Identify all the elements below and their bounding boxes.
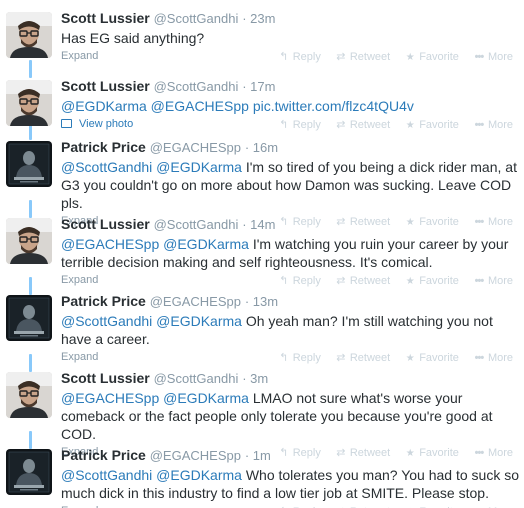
tweet-text: @ScottGandhi @EGDKarma Who tolerates you… — [61, 466, 519, 502]
retweet-button[interactable]: ⇄Retweet — [335, 50, 390, 63]
tweet-text: @ScottGandhi @EGDKarma Oh yeah man? I'm … — [61, 312, 519, 348]
tweet-mentions[interactable]: @ScottGandhi @EGDKarma — [61, 467, 242, 483]
tweet-item[interactable]: Scott Lussier @ScottGandhi · 3m @EGACHESp… — [0, 360, 524, 459]
tweet-text: @ScottGandhi @EGDKarma I'm so tired of y… — [61, 158, 519, 212]
reply-icon: ↰ — [279, 51, 289, 63]
tweet-mentions[interactable]: @EGDKarma @EGACHESpp — [61, 98, 249, 114]
tweet-timestamp[interactable]: · 16m — [245, 140, 278, 155]
tweet-header: Scott Lussier @ScottGandhi · 17m — [61, 77, 519, 96]
tweet-content: Scott Lussier @ScottGandhi · 14m @EGACHES… — [61, 215, 519, 293]
author-handle[interactable]: @EGACHESpp — [150, 294, 241, 309]
tweet-timestamp[interactable]: · 13m — [245, 294, 278, 309]
tweet-header: Patrick Price @EGACHESpp · 16m — [61, 138, 519, 157]
author-name[interactable]: Patrick Price — [61, 139, 146, 155]
retweet-icon: ⇄ — [336, 51, 346, 63]
tweet-header: Scott Lussier @ScottGandhi · 14m — [61, 215, 519, 234]
author-handle[interactable]: @ScottGandhi — [154, 79, 239, 94]
tweet-timestamp[interactable]: · 14m — [242, 217, 275, 232]
tweet-text: Has EG said anything? — [61, 29, 519, 47]
author-name[interactable]: Scott Lussier — [61, 10, 150, 26]
tweet-timestamp[interactable]: · 1m — [245, 448, 271, 463]
tweet-content: Scott Lussier @ScottGandhi · 23m Has EG s… — [61, 9, 519, 69]
favorite-button[interactable]: ★Favorite — [404, 51, 459, 63]
author-handle[interactable]: @ScottGandhi — [154, 217, 239, 232]
tweet-body: Has EG said anything? — [61, 30, 205, 46]
tweet-item[interactable]: Scott Lussier @ScottGandhi · 14m @EGACHES… — [0, 206, 524, 287]
conversation-timeline: Scott Lussier @ScottGandhi · 23m Has EG s… — [0, 0, 524, 508]
tweet-header: Scott Lussier @ScottGandhi · 23m — [61, 9, 519, 28]
expand-link[interactable]: Expand — [61, 50, 98, 62]
tweet-text: @EGACHESpp @EGDKarma I'm watching you ru… — [61, 235, 519, 271]
more-button[interactable]: •••More — [473, 51, 513, 63]
tweet-item[interactable]: Patrick Price @EGACHESpp · 13m @ScottGand… — [0, 283, 524, 364]
author-name[interactable]: Scott Lussier — [61, 370, 150, 386]
author-handle[interactable]: @ScottGandhi — [154, 11, 239, 26]
tweet-header: Scott Lussier @ScottGandhi · 3m — [61, 369, 519, 388]
tweet-timestamp[interactable]: · 17m — [242, 79, 275, 94]
tweet-text: @EGACHESpp @EGDKarma LMAO not sure what'… — [61, 389, 519, 443]
reply-button[interactable]: ↰Reply — [278, 50, 321, 63]
tweet-actions: ↰Reply ⇄Retweet ★Favorite •••More — [264, 50, 513, 63]
avatar[interactable] — [6, 80, 52, 126]
tweet-timestamp[interactable]: · 23m — [242, 11, 275, 26]
author-name[interactable]: Scott Lussier — [61, 216, 150, 232]
tweet-mentions[interactable]: @ScottGandhi @EGDKarma — [61, 313, 242, 329]
author-handle[interactable]: @EGACHESpp — [150, 140, 241, 155]
tweet-content: Patrick Price @EGACHESpp · 13m @ScottGand… — [61, 292, 519, 370]
tweet-mentions[interactable]: @EGACHESpp @EGDKarma — [61, 390, 249, 406]
author-handle[interactable]: @ScottGandhi — [154, 371, 239, 386]
avatar[interactable] — [6, 141, 52, 187]
tweet-content: Patrick Price @EGACHESpp · 1m @ScottGandh… — [61, 446, 519, 508]
tweet-item[interactable]: Patrick Price @EGACHESpp · 1m @ScottGandh… — [0, 437, 524, 508]
tweet-content: Scott Lussier @ScottGandhi · 17m @EGDKarm… — [61, 77, 519, 137]
avatar[interactable] — [6, 12, 52, 58]
tweet-timestamp[interactable]: · 3m — [242, 371, 268, 386]
avatar[interactable] — [6, 218, 52, 264]
star-icon: ★ — [405, 52, 415, 63]
avatar[interactable] — [6, 372, 52, 418]
tweet-footer: Expand↰Reply⇄Retweet★Favorite•••More — [61, 504, 519, 508]
tweet-link[interactable]: pic.twitter.com/flzc4tQU4v — [253, 98, 414, 114]
tweet-footer: Expand ↰Reply ⇄Retweet ★Favorite •••More — [61, 49, 519, 69]
author-name[interactable]: Scott Lussier — [61, 78, 150, 94]
avatar[interactable] — [6, 295, 52, 341]
tweet-header: Patrick Price @EGACHESpp · 13m — [61, 292, 519, 311]
author-name[interactable]: Patrick Price — [61, 293, 146, 309]
photo-icon — [61, 119, 72, 128]
author-handle[interactable]: @EGACHESpp — [150, 448, 241, 463]
tweet-text: @EGDKarma @EGACHESpp pic.twitter.com/flz… — [61, 97, 519, 115]
author-name[interactable]: Patrick Price — [61, 447, 146, 463]
tweet-header: Patrick Price @EGACHESpp · 1m — [61, 446, 519, 465]
tweet-mentions[interactable]: @ScottGandhi @EGDKarma — [61, 159, 242, 175]
tweet-mentions[interactable]: @EGACHESpp @EGDKarma — [61, 236, 249, 252]
tweet-item[interactable]: Scott Lussier @ScottGandhi · 23m Has EG s… — [0, 0, 524, 76]
avatar[interactable] — [6, 449, 52, 495]
tweet-item[interactable]: Patrick Price @EGACHESpp · 16m @ScottGand… — [0, 129, 524, 228]
more-dots-icon: ••• — [474, 51, 485, 63]
